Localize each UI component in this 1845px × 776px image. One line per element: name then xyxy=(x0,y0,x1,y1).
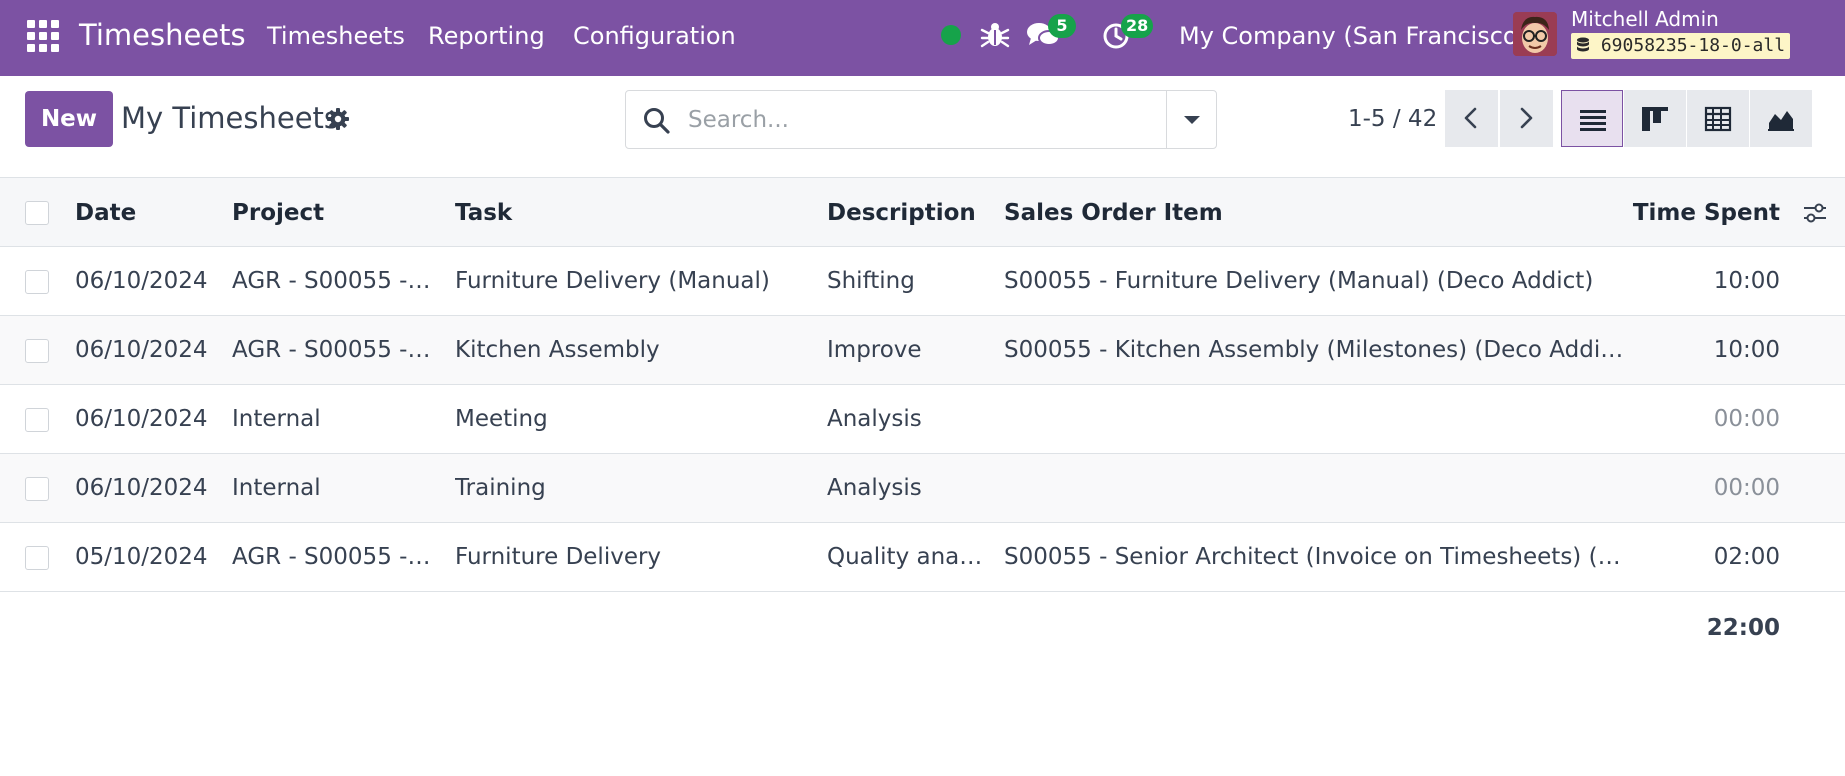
avatar-face-icon xyxy=(1513,12,1557,56)
cell-task: Meeting xyxy=(455,406,548,432)
view-list-button[interactable] xyxy=(1561,90,1623,147)
search-input[interactable] xyxy=(688,103,1148,137)
menu-reporting[interactable]: Reporting xyxy=(428,20,545,52)
list-header: Date Project Task Description Sales Orde… xyxy=(0,177,1845,247)
messages-badge: 5 xyxy=(1048,14,1076,38)
table-row[interactable]: 05/10/2024 AGR - S00055 - S… Furniture D… xyxy=(0,523,1845,592)
timesheet-list: Date Project Task Description Sales Orde… xyxy=(0,177,1845,592)
cell-task: Furniture Delivery (Manual) xyxy=(455,268,770,294)
cell-description: Analysis xyxy=(827,475,922,501)
pager-value[interactable]: 1-5 / 42 xyxy=(1348,103,1437,135)
cell-project: AGR - S00055 - S… xyxy=(232,544,437,570)
cell-time-spent: 00:00 xyxy=(1713,406,1780,432)
cell-sales-order-item xyxy=(1004,385,1624,454)
cell-description: Analysis xyxy=(827,406,922,432)
user-avatar[interactable] xyxy=(1513,12,1557,56)
cell-description: Improve xyxy=(827,337,922,363)
pager-next-button[interactable] xyxy=(1500,90,1553,147)
column-header-sales-order-item[interactable]: Sales Order Item xyxy=(1004,178,1624,248)
cell-description: Shifting xyxy=(827,268,915,294)
grid-view-icon xyxy=(1704,106,1732,132)
debug-bug-icon[interactable] xyxy=(979,18,1011,52)
view-kanban-button[interactable] xyxy=(1624,90,1686,147)
cell-project: Internal xyxy=(232,475,321,501)
new-button[interactable]: New xyxy=(25,91,113,147)
company-switcher[interactable]: My Company (San Francisco) xyxy=(1179,20,1527,52)
database-name: 69058235-18-0-all xyxy=(1600,35,1786,56)
cell-task: Training xyxy=(455,475,546,501)
column-header-description[interactable]: Description xyxy=(827,178,987,248)
table-row[interactable]: 06/10/2024 AGR - S00055 - S… Furniture D… xyxy=(0,247,1845,316)
cell-project: AGR - S00055 - S… xyxy=(232,268,437,294)
database-tag: 69058235-18-0-all xyxy=(1571,33,1791,59)
gear-icon[interactable] xyxy=(326,107,350,131)
column-header-project[interactable]: Project xyxy=(232,178,437,248)
cell-time-spent: 02:00 xyxy=(1713,544,1780,570)
cell-date: 06/10/2024 xyxy=(75,337,208,363)
search-icon xyxy=(644,108,670,134)
select-all-checkbox[interactable] xyxy=(25,201,49,225)
column-header-time-spent[interactable]: Time Spent xyxy=(1630,178,1780,248)
database-icon xyxy=(1577,37,1589,52)
table-row[interactable]: 06/10/2024 Internal Training Analysis 00… xyxy=(0,454,1845,523)
cell-sales-order-item xyxy=(1004,454,1624,523)
search-bar xyxy=(625,90,1217,149)
menu-configuration[interactable]: Configuration xyxy=(573,20,736,52)
cell-date: 06/10/2024 xyxy=(75,406,208,432)
cell-time-spent: 10:00 xyxy=(1713,268,1780,294)
apps-menu-icon[interactable] xyxy=(27,20,59,52)
row-checkbox[interactable] xyxy=(25,546,49,570)
chevron-right-icon xyxy=(1520,107,1533,129)
pager-previous-button[interactable] xyxy=(1445,90,1498,147)
list-view-icon xyxy=(1580,110,1606,131)
cell-task: Kitchen Assembly xyxy=(455,337,660,363)
cell-time-spent: 00:00 xyxy=(1713,475,1780,501)
cell-project: Internal xyxy=(232,406,321,432)
search-options-toggle[interactable] xyxy=(1166,91,1216,148)
table-row[interactable]: 06/10/2024 Internal Meeting Analysis 00:… xyxy=(0,385,1845,454)
view-grid-button[interactable] xyxy=(1687,90,1749,147)
cell-sales-order-item: S00055 - Furniture Delivery (Manual) (De… xyxy=(1004,268,1594,294)
chevron-left-icon xyxy=(1464,107,1477,129)
cell-time-spent: 10:00 xyxy=(1713,337,1780,363)
cell-task: Furniture Delivery xyxy=(455,544,662,570)
top-navbar: Timesheets Timesheets Reporting Configur… xyxy=(0,0,1845,76)
row-checkbox[interactable] xyxy=(25,270,49,294)
user-name[interactable]: Mitchell Admin xyxy=(1571,7,1719,31)
optional-columns-icon[interactable] xyxy=(1802,200,1828,226)
cell-description: Quality anal… xyxy=(827,544,987,570)
view-graph-button[interactable] xyxy=(1750,90,1812,147)
kanban-view-icon xyxy=(1642,107,1668,131)
page-title: My Timesheets xyxy=(121,101,340,135)
row-checkbox[interactable] xyxy=(25,408,49,432)
menu-timesheets[interactable]: Timesheets xyxy=(267,20,405,52)
time-spent-total: 22:00 xyxy=(1706,615,1780,641)
area-chart-view-icon xyxy=(1768,111,1794,131)
cell-sales-order-item: S00055 - Kitchen Assembly (Milestones) (… xyxy=(1004,337,1624,363)
column-header-date[interactable]: Date xyxy=(75,178,215,248)
row-checkbox[interactable] xyxy=(25,339,49,363)
cell-date: 05/10/2024 xyxy=(75,544,208,570)
cell-sales-order-item: S00055 - Senior Architect (Invoice on Ti… xyxy=(1004,544,1624,570)
table-row[interactable]: 06/10/2024 AGR - S00055 - S… Kitchen Ass… xyxy=(0,316,1845,385)
activities-badge: 28 xyxy=(1121,14,1154,38)
row-checkbox[interactable] xyxy=(25,477,49,501)
app-brand[interactable]: Timesheets xyxy=(79,17,246,53)
status-online-icon[interactable] xyxy=(941,25,961,45)
cell-date: 06/10/2024 xyxy=(75,475,208,501)
cell-project: AGR - S00055 - S… xyxy=(232,337,437,363)
column-header-task[interactable]: Task xyxy=(455,178,815,248)
cell-date: 06/10/2024 xyxy=(75,268,208,294)
